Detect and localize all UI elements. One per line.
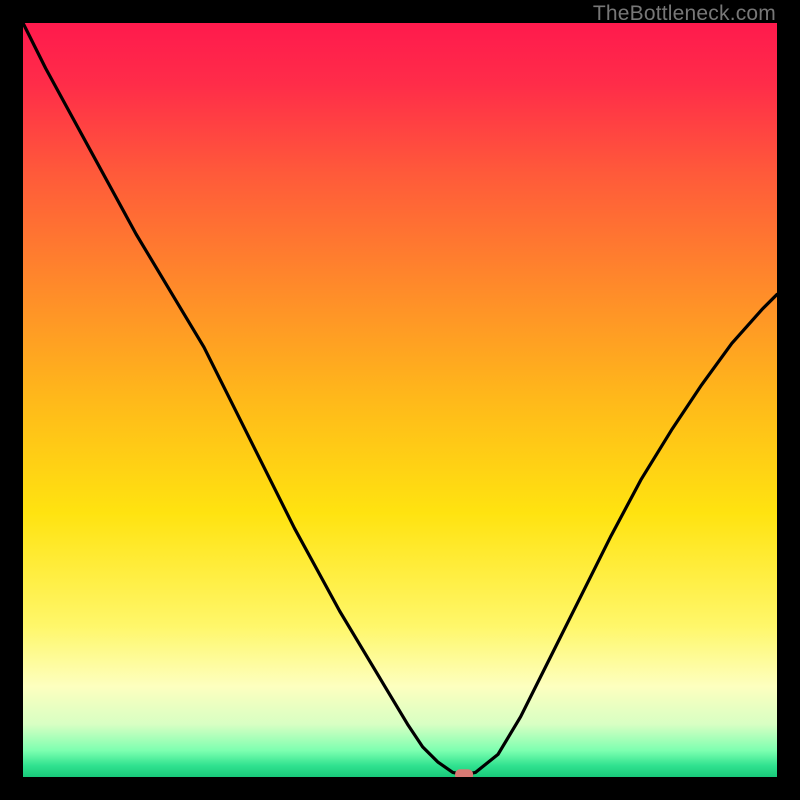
gradient-background [23, 23, 777, 777]
watermark-text: TheBottleneck.com [593, 2, 776, 26]
chart-frame [23, 23, 777, 777]
optimal-marker [455, 769, 473, 777]
bottleneck-chart [23, 23, 777, 777]
